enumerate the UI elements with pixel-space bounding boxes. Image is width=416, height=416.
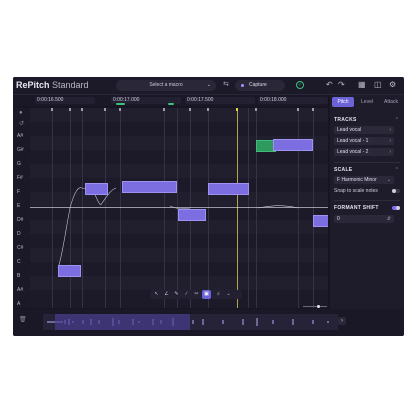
timestamp: 0:00:16.500 (35, 97, 95, 104)
toggle-knob (396, 206, 400, 210)
lasso-tool-icon[interactable]: ∠ (162, 290, 171, 299)
swap-icon[interactable]: ⇆ (223, 80, 229, 88)
side-panel: Pitch Level Attack TRACKS ⌃ Lead vocal › … (330, 95, 404, 325)
sidebar-icon[interactable]: ◫ (374, 80, 382, 90)
edit-toolbar: ↖ ∠ ✎ ∕ ✂ ▣ ⌕ ⌄ (150, 290, 242, 299)
key-label: A# (17, 287, 24, 293)
timestamp: 0:00:17.500 (185, 97, 255, 104)
pitch-curve (57, 187, 299, 269)
app-brand: RePitch Standard (16, 80, 89, 90)
gear-icon[interactable]: ⚙ (389, 80, 396, 90)
capture-label: Capture (249, 82, 267, 88)
chevron-right-icon[interactable]: › (338, 317, 346, 325)
tab-pitch[interactable]: Pitch (332, 97, 354, 107)
key-label: C (17, 259, 21, 265)
chevron-down-icon[interactable]: ⌄ (224, 290, 233, 299)
pitch-note[interactable] (313, 215, 328, 227)
zoom-tool-icon[interactable]: ⌕ (214, 290, 223, 299)
macro-select-label: Select a macro (149, 82, 183, 88)
clip-marker (116, 103, 125, 105)
scale-title: SCALE (334, 167, 353, 173)
timestamp: 0:00:18.000 (258, 97, 328, 104)
formant-input[interactable]: 0 ⇵ (334, 215, 394, 223)
key-label: A (17, 301, 21, 307)
scale-select[interactable]: F Harmonic Minor ⌄ (334, 176, 394, 184)
pointer-tool-icon[interactable]: ↖ (152, 290, 161, 299)
track-item[interactable]: Lead vocal › (334, 126, 394, 134)
tab-level[interactable]: Level (356, 97, 378, 107)
key-label: A# (17, 133, 24, 139)
formant-value: 0 (337, 216, 340, 222)
capture-button[interactable]: Capture (235, 80, 285, 91)
zoom-slider[interactable] (303, 305, 327, 308)
key-label: G# (17, 147, 24, 153)
key-label: F# (17, 175, 23, 181)
status-ok-icon: ✓ (296, 81, 304, 89)
loop-icon[interactable]: ↺ (19, 120, 24, 127)
chevron-right-icon: › (389, 149, 391, 155)
track-name: Lead vocal - 2 (337, 149, 369, 155)
key-label: G (17, 161, 21, 167)
snap-label: Snap to scale notes (334, 188, 378, 194)
undo-icon[interactable]: ↶ (326, 80, 333, 90)
pitch-editor[interactable]: ↖ ∠ ✎ ∕ ✂ ▣ ⌕ ⌄ (30, 108, 328, 308)
top-bar: RePitch Standard Select a macro ⌄ ⇆ Captu… (13, 77, 404, 95)
chevron-down-icon: ⌄ (386, 177, 391, 183)
redo-icon[interactable]: ↷ (338, 80, 345, 90)
pitch-note[interactable] (85, 183, 108, 195)
timeline-ruler[interactable]: 0:00:16.500 0:00:17.000 0:00:17.500 0:00… (13, 95, 328, 106)
stepper-icon: ⇵ (386, 216, 391, 222)
trash-icon[interactable]: 🗑 (19, 316, 27, 323)
divider (334, 162, 400, 163)
layout-icon[interactable]: ▦ (358, 80, 366, 90)
formant-toggle[interactable] (392, 206, 400, 210)
tracks-title: TRACKS (334, 117, 357, 123)
key-label: F (17, 189, 21, 195)
track-name: Lead vocal - 1 (337, 138, 369, 144)
toggle-knob (392, 189, 396, 193)
clip-marker (168, 103, 174, 105)
snap-toggle[interactable] (392, 189, 400, 193)
formant-title: FORMANT SHIFT (334, 205, 379, 211)
track-item[interactable]: Lead vocal - 1 › (334, 137, 394, 145)
key-label: C# (17, 245, 24, 251)
chevron-right-icon: › (389, 138, 391, 144)
macro-select[interactable]: Select a macro ⌄ (116, 80, 216, 91)
piano-keys: ● ↺ A# G# G F# F E D# D C# C B A# A (13, 108, 30, 308)
key-icon[interactable]: ● (19, 110, 23, 116)
pitch-note[interactable] (273, 139, 313, 151)
record-dot-icon (241, 84, 244, 87)
waveform-viewport[interactable] (55, 314, 190, 330)
pitch-note[interactable] (122, 181, 177, 193)
pen-tool-icon[interactable]: ✎ (172, 290, 181, 299)
divider (334, 200, 400, 201)
tab-attack[interactable]: Attack (380, 97, 402, 107)
chevron-up-icon[interactable]: ⌃ (395, 167, 399, 173)
key-label: D (17, 231, 21, 237)
snap-tool-icon[interactable]: ▣ (202, 290, 211, 299)
slider-knob[interactable] (317, 305, 320, 308)
scissors-tool-icon[interactable]: ✂ (192, 290, 201, 299)
key-label: B (17, 273, 21, 279)
pitch-note[interactable] (58, 265, 81, 277)
repitch-window: RePitch Standard Select a macro ⌄ ⇆ Captu… (13, 77, 404, 336)
scale-value: F Harmonic Minor (337, 177, 377, 183)
key-label: E (17, 203, 21, 209)
chevron-down-icon: ⌄ (206, 82, 211, 88)
mode-tabs: Pitch Level Attack (332, 97, 402, 107)
chevron-up-icon[interactable]: ⌃ (395, 117, 399, 123)
pitch-note[interactable] (208, 183, 249, 195)
line-tool-icon[interactable]: ∕ (182, 290, 191, 299)
track-name: Lead vocal (337, 127, 362, 133)
key-label: D# (17, 217, 24, 223)
track-item[interactable]: Lead vocal - 2 › (334, 148, 394, 156)
chevron-right-icon: › (389, 127, 391, 133)
pitch-note[interactable] (178, 209, 206, 221)
